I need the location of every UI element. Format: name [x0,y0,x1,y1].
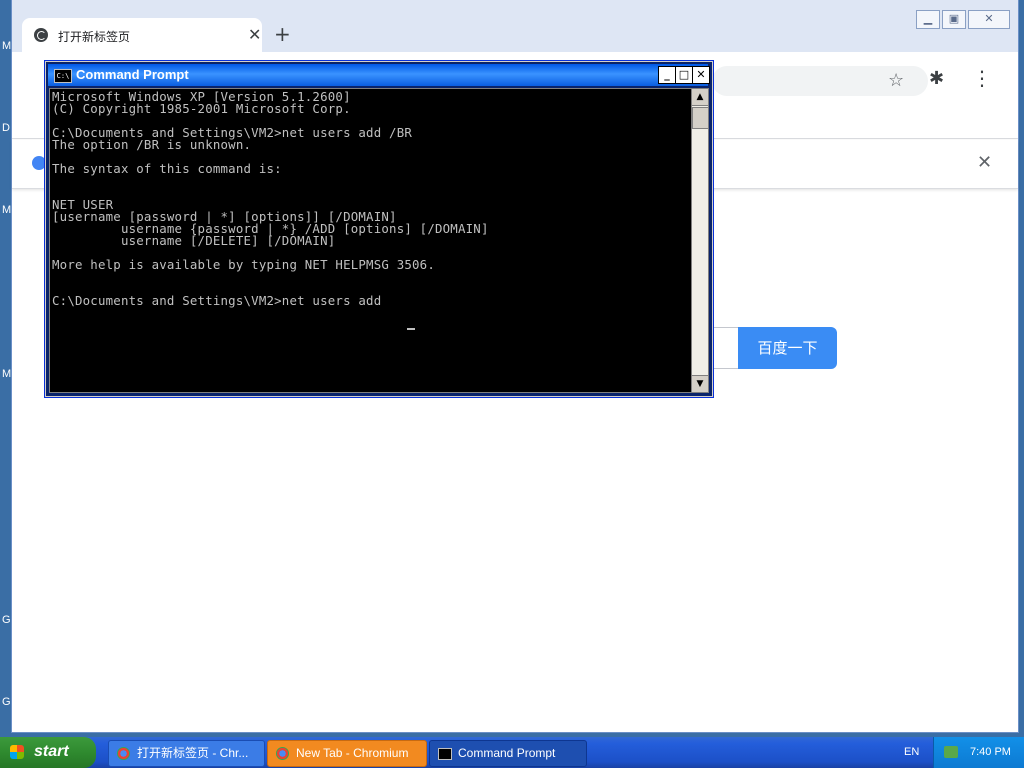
close-window-button[interactable]: ✕ [968,10,1010,29]
desktop-icon-label[interactable]: M [2,40,11,52]
minimize-button[interactable]: ▁ [916,10,940,29]
maximize-button[interactable]: □ [675,66,693,84]
taskbar: start 打开新标签页 - Chr... New Tab - Chromium… [0,737,1024,768]
scroll-thumb[interactable] [692,107,709,129]
extensions-puzzle-icon[interactable]: ✱ [929,68,944,89]
desktop-icon-label[interactable]: G [2,614,11,626]
cmd-icon [438,748,452,760]
minimize-button[interactable]: _ [658,66,676,84]
taskbar-item-chromium-newtab[interactable]: New Tab - Chromium [267,740,427,767]
baidu-search-button[interactable]: 百度一下 [738,327,837,369]
bookmark-star-icon[interactable]: ☆ [888,70,904,91]
taskbar-item-label: Command Prompt [458,746,556,760]
close-button[interactable]: ✕ [692,66,710,84]
text-cursor [407,328,415,330]
cmd-icon: C:\ [54,69,72,83]
maximize-button[interactable]: ▣ [942,10,966,29]
desktop-icon-label[interactable]: G [2,696,11,708]
windows-logo-icon [10,745,24,759]
browser-tab[interactable]: 打开新标签页 ✕ [22,18,262,52]
desktop-icon-label[interactable]: M [2,204,11,216]
command-prompt-window: C:\ Command Prompt _ □ ✕ Microsoft Windo… [44,60,714,398]
close-tab-icon[interactable]: ✕ [248,25,261,44]
taskbar-item-chromium-newtab-cn[interactable]: 打开新标签页 - Chr... [108,740,265,767]
start-button[interactable]: start [0,737,96,768]
network-icon[interactable] [944,746,958,758]
chromium-icon [276,747,289,760]
tab-title: 打开新标签页 [58,30,131,44]
console-output[interactable]: Microsoft Windows XP [Version 5.1.2600] … [49,88,692,393]
window-titlebar[interactable]: C:\ Command Prompt _ □ ✕ [48,64,710,86]
menu-kebab-icon[interactable]: ⋮ [972,66,992,90]
taskbar-item-label: 打开新标签页 - Chr... [137,746,249,760]
clock[interactable]: 7:40 PM [970,746,1011,758]
chromium-icon [117,747,130,760]
desktop-icon-label[interactable]: M [2,368,11,380]
scroll-up-arrow-icon[interactable]: ▲ [692,89,708,106]
globe-icon [34,28,48,42]
vertical-scrollbar[interactable]: ▲ ▼ [691,88,709,393]
new-tab-button[interactable]: + [274,22,291,46]
language-indicator[interactable]: EN [904,746,919,758]
scroll-down-arrow-icon[interactable]: ▼ [692,375,708,392]
system-tray: 7:40 PM [933,737,1024,768]
window-title: Command Prompt [76,67,189,82]
tab-strip: 打开新标签页 ✕ + ▁ ▣ ✕ [12,0,1018,52]
taskbar-item-label: New Tab - Chromium [296,746,409,760]
start-label: start [34,743,69,760]
console-text: Microsoft Windows XP [Version 5.1.2600] … [52,89,489,308]
taskbar-item-command-prompt[interactable]: Command Prompt [429,740,587,767]
infobar-close-icon[interactable]: ✕ [977,152,992,173]
desktop-icon-label[interactable]: D [2,122,10,134]
